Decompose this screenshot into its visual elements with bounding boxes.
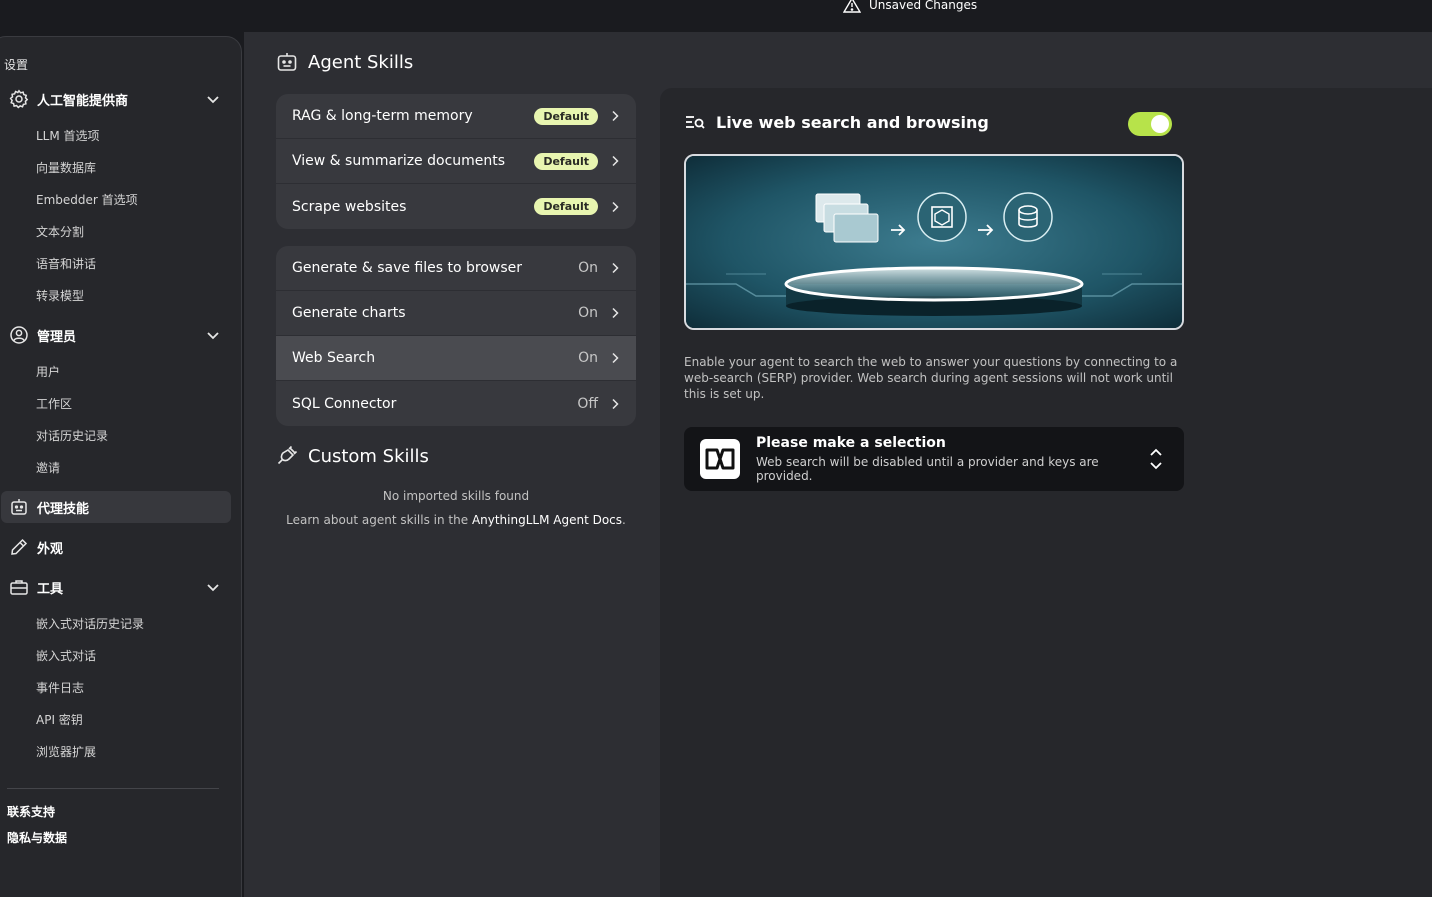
sidebar-item-appearance[interactable]: 外观 — [1, 531, 231, 563]
sidebar-item-chat-history[interactable]: 对话历史记录 — [36, 427, 108, 444]
skill-label: View & summarize documents — [292, 153, 506, 169]
sidebar-item-embed-chat[interactable]: 嵌入式对话 — [36, 647, 96, 664]
sidebar-group-ai-providers[interactable]: 人工智能提供商 — [1, 83, 231, 115]
chevron-down-icon[interactable] — [205, 579, 221, 595]
sidebar-item-api-keys[interactable]: API 密钥 — [36, 711, 83, 728]
toolbox-icon — [10, 580, 28, 595]
agent-docs-suffix: . — [622, 513, 626, 527]
skill-row-scrape-websites[interactable]: Scrape websites Default — [276, 184, 636, 229]
default-badge: Default — [534, 107, 598, 125]
sidebar-group-tools[interactable]: 工具 — [1, 571, 231, 603]
provider-subtitle: Web search will be disabled until a prov… — [756, 455, 1099, 483]
sidebar-item-voice-speech[interactable]: 语音和讲话 — [36, 255, 96, 272]
sidebar-group-admin[interactable]: 管理员 — [1, 319, 231, 351]
sidebar-item-transcription-model[interactable]: 转录模型 — [36, 287, 84, 304]
skill-detail-header: Live web search and browsing — [684, 112, 989, 132]
sidebar-title: 设置 — [4, 58, 29, 72]
web-search-illustration — [684, 154, 1184, 330]
agent-docs-link[interactable]: AnythingLLM Agent Docs — [472, 513, 622, 527]
settings-sidebar: 设置 人工智能提供商 LLM 首选项 向量数据库 Embedder 首选项 文本… — [0, 36, 242, 897]
agent-skills-header: Agent Skills — [276, 51, 413, 73]
sidebar-item-event-logs[interactable]: 事件日志 — [36, 679, 84, 696]
skill-label: SQL Connector — [292, 395, 397, 412]
provider-text: Please make a selection Web search will … — [756, 435, 1148, 483]
skill-state: On — [578, 350, 598, 366]
top-bar: Unsaved Changes — [0, 0, 1432, 32]
sidebar-item-embedder-preferences[interactable]: Embedder 首选项 — [36, 191, 138, 208]
sidebar-group-label: 管理员 — [37, 329, 77, 345]
chevron-down-icon[interactable] — [205, 327, 221, 343]
configurable-skills-list: Generate & save files to browser On Gene… — [276, 246, 636, 426]
sidebar-item-workspaces[interactable]: 工作区 — [36, 395, 72, 412]
agent-docs-prefix: Learn about agent skills in the — [286, 513, 472, 527]
skill-label: Scrape websites — [292, 198, 407, 215]
skill-state: On — [578, 305, 598, 321]
sidebar-item-browser-extension[interactable]: 浏览器扩展 — [36, 743, 96, 760]
web-search-toggle[interactable] — [1128, 112, 1172, 136]
sidebar-item-text-splitting[interactable]: 文本分割 — [36, 223, 84, 240]
skill-row-sql-connector[interactable]: SQL Connector Off — [276, 381, 636, 426]
chevron-right-icon — [612, 398, 619, 409]
sidebar-divider — [7, 788, 219, 789]
sidebar-item-users[interactable]: 用户 — [36, 363, 60, 380]
search-provider-select[interactable]: Please make a selection Web search will … — [684, 427, 1184, 491]
unsaved-changes-label: Unsaved Changes — [869, 0, 978, 12]
skill-detail-title: Live web search and browsing — [716, 112, 989, 132]
user-gear-icon — [10, 326, 28, 344]
agent-skills-title: Agent Skills — [308, 51, 414, 73]
skill-row-rag-memory[interactable]: RAG & long-term memory Default — [276, 94, 636, 139]
skill-row-summarize-documents[interactable]: View & summarize documents Default — [276, 139, 636, 184]
chevron-right-icon — [612, 352, 619, 364]
sidebar-group-label: 代理技能 — [37, 501, 90, 517]
chevron-right-icon — [612, 201, 619, 212]
skill-row-save-files[interactable]: Generate & save files to browser On — [276, 246, 636, 291]
sidebar-group-label: 外观 — [37, 541, 64, 557]
chevron-up-down-icon — [1150, 448, 1162, 470]
no-custom-skills-text: No imported skills found — [382, 489, 530, 503]
skill-detail-panel: Live web search and browsing Enable your… — [660, 88, 1432, 897]
chevron-right-icon — [612, 262, 619, 274]
default-badge: Default — [534, 152, 598, 170]
custom-skills-title: Custom Skills — [308, 445, 429, 467]
sidebar-group-label: 工具 — [37, 581, 64, 597]
provider-placeholder-icon — [705, 448, 735, 470]
skill-row-generate-charts[interactable]: Generate charts On — [276, 291, 636, 336]
sidebar-group-label: 人工智能提供商 — [37, 93, 129, 109]
sidebar-item-agent-skills[interactable]: 代理技能 — [1, 491, 231, 523]
chevron-right-icon — [612, 155, 619, 167]
skill-label: Generate & save files to browser — [292, 260, 523, 276]
sidebar-item-embed-chat-history[interactable]: 嵌入式对话历史记录 — [36, 615, 144, 632]
skill-label: RAG & long-term memory — [292, 108, 473, 124]
unsaved-changes-indicator: Unsaved Changes — [843, 0, 977, 14]
skill-label: Web Search — [292, 350, 376, 366]
toggle-knob — [1151, 115, 1169, 133]
skill-label: Generate charts — [292, 305, 406, 321]
default-skills-list: RAG & long-term memory Default View & su… — [276, 94, 636, 229]
robot-icon — [277, 53, 297, 71]
skill-description: Enable your agent to search the web to a… — [684, 355, 1178, 401]
custom-skills-header: Custom Skills — [276, 445, 429, 467]
agent-docs-hint: Learn about agent skills in the Anything… — [276, 513, 636, 527]
chevron-right-icon — [612, 307, 619, 319]
chevron-down-icon[interactable] — [205, 91, 221, 107]
sidebar-item-vector-database[interactable]: 向量数据库 — [36, 159, 96, 176]
default-badge: Default — [534, 198, 598, 215]
gear-icon — [9, 89, 29, 109]
pen-icon — [11, 538, 28, 555]
plug-icon — [277, 445, 298, 465]
main-content: Agent Skills RAG & long-term memory Defa… — [244, 32, 1432, 897]
skill-row-web-search[interactable]: Web Search On — [276, 336, 636, 381]
provider-logo — [700, 439, 740, 479]
chevron-right-icon — [612, 110, 619, 122]
skill-state: Off — [577, 395, 598, 412]
web-search-icon — [686, 116, 705, 129]
sidebar-item-invites[interactable]: 邀请 — [36, 459, 60, 476]
privacy-data-link[interactable]: 隐私与数据 — [7, 829, 67, 846]
sidebar-item-llm-preferences[interactable]: LLM 首选项 — [36, 127, 100, 144]
contact-support-link[interactable]: 联系支持 — [7, 803, 55, 820]
provider-title: Please make a selection — [756, 435, 946, 451]
skill-state: On — [578, 260, 598, 276]
warning-triangle-icon — [843, 0, 861, 13]
robot-icon — [11, 499, 27, 515]
